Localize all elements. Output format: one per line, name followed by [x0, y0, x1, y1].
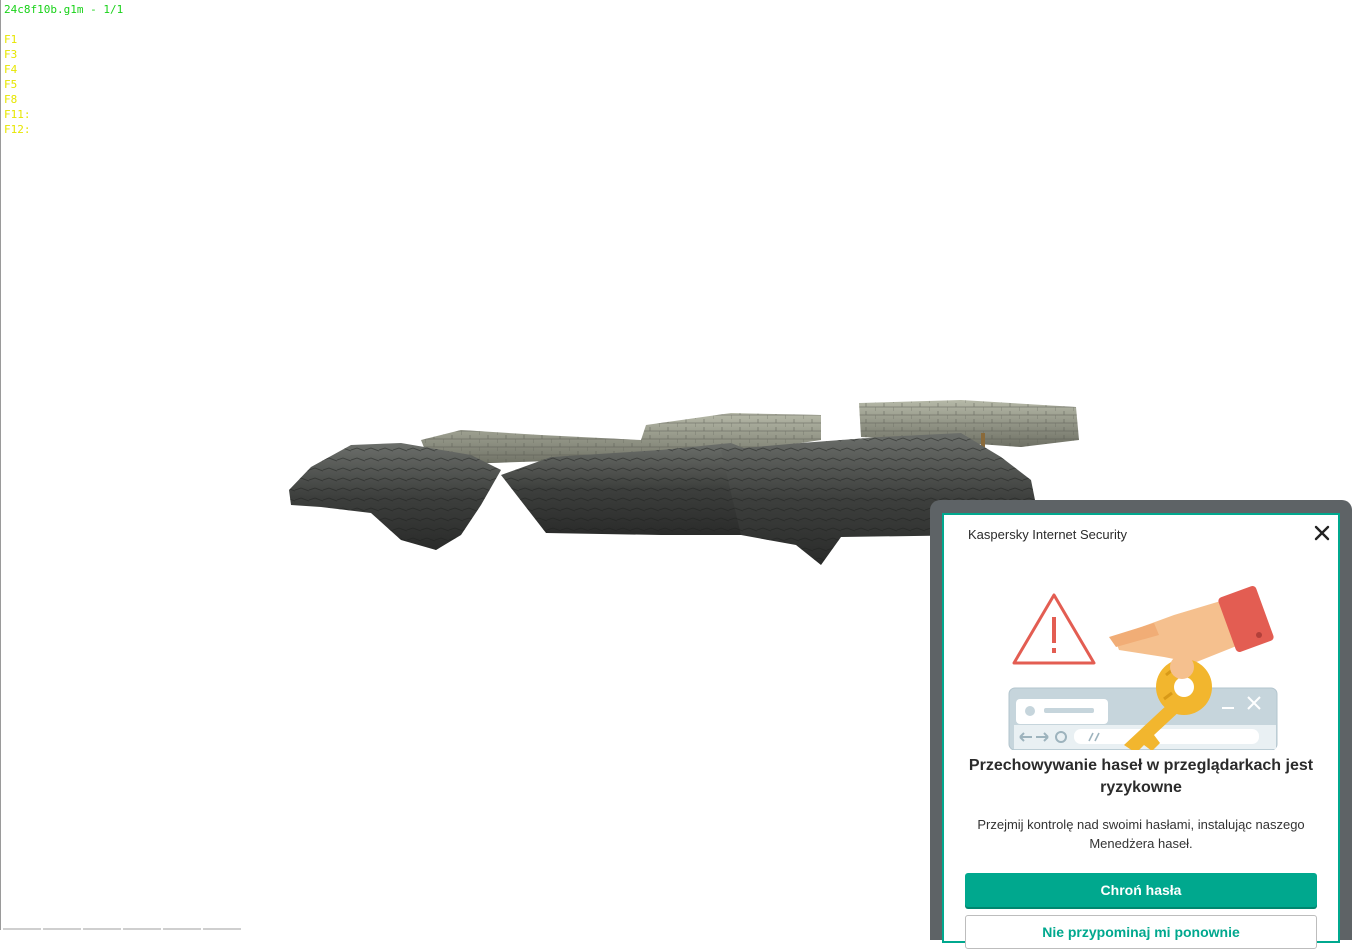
- kaspersky-notification: Kaspersky Internet Security Przechowywan…: [942, 513, 1340, 949]
- hotkey-f1: F1: [4, 33, 18, 46]
- viewer-hud: 24c8f10b.g1m - 1/1 F1 F3 F4 F5 F8 F11: F…: [4, 2, 123, 137]
- hotkey-f12: F12:: [4, 123, 31, 136]
- password-illustration: [1008, 586, 1278, 750]
- toast-headline: Przechowywanie haseł w przeglądarkach je…: [968, 757, 1314, 796]
- hotkey-f5: F5: [4, 78, 18, 91]
- close-icon[interactable]: [1312, 523, 1332, 543]
- hotkey-f8: F8: [4, 93, 18, 106]
- warning-triangle-icon: [1012, 593, 1096, 665]
- hotkey-f4: F4: [4, 63, 18, 76]
- protect-passwords-button[interactable]: Chroń hasła: [965, 873, 1317, 907]
- hotkey-f3: F3: [4, 48, 18, 61]
- toast-app-name: Kaspersky Internet Security: [968, 527, 1127, 542]
- toast-body: Przejmij kontrolę nad swoimi hasłami, in…: [977, 817, 1305, 851]
- hotkey-f11: F11:: [4, 108, 31, 121]
- file-label: 24c8f10b.g1m - 1/1: [4, 3, 124, 16]
- dont-remind-button[interactable]: Nie przypominaj mi ponownie: [965, 915, 1317, 949]
